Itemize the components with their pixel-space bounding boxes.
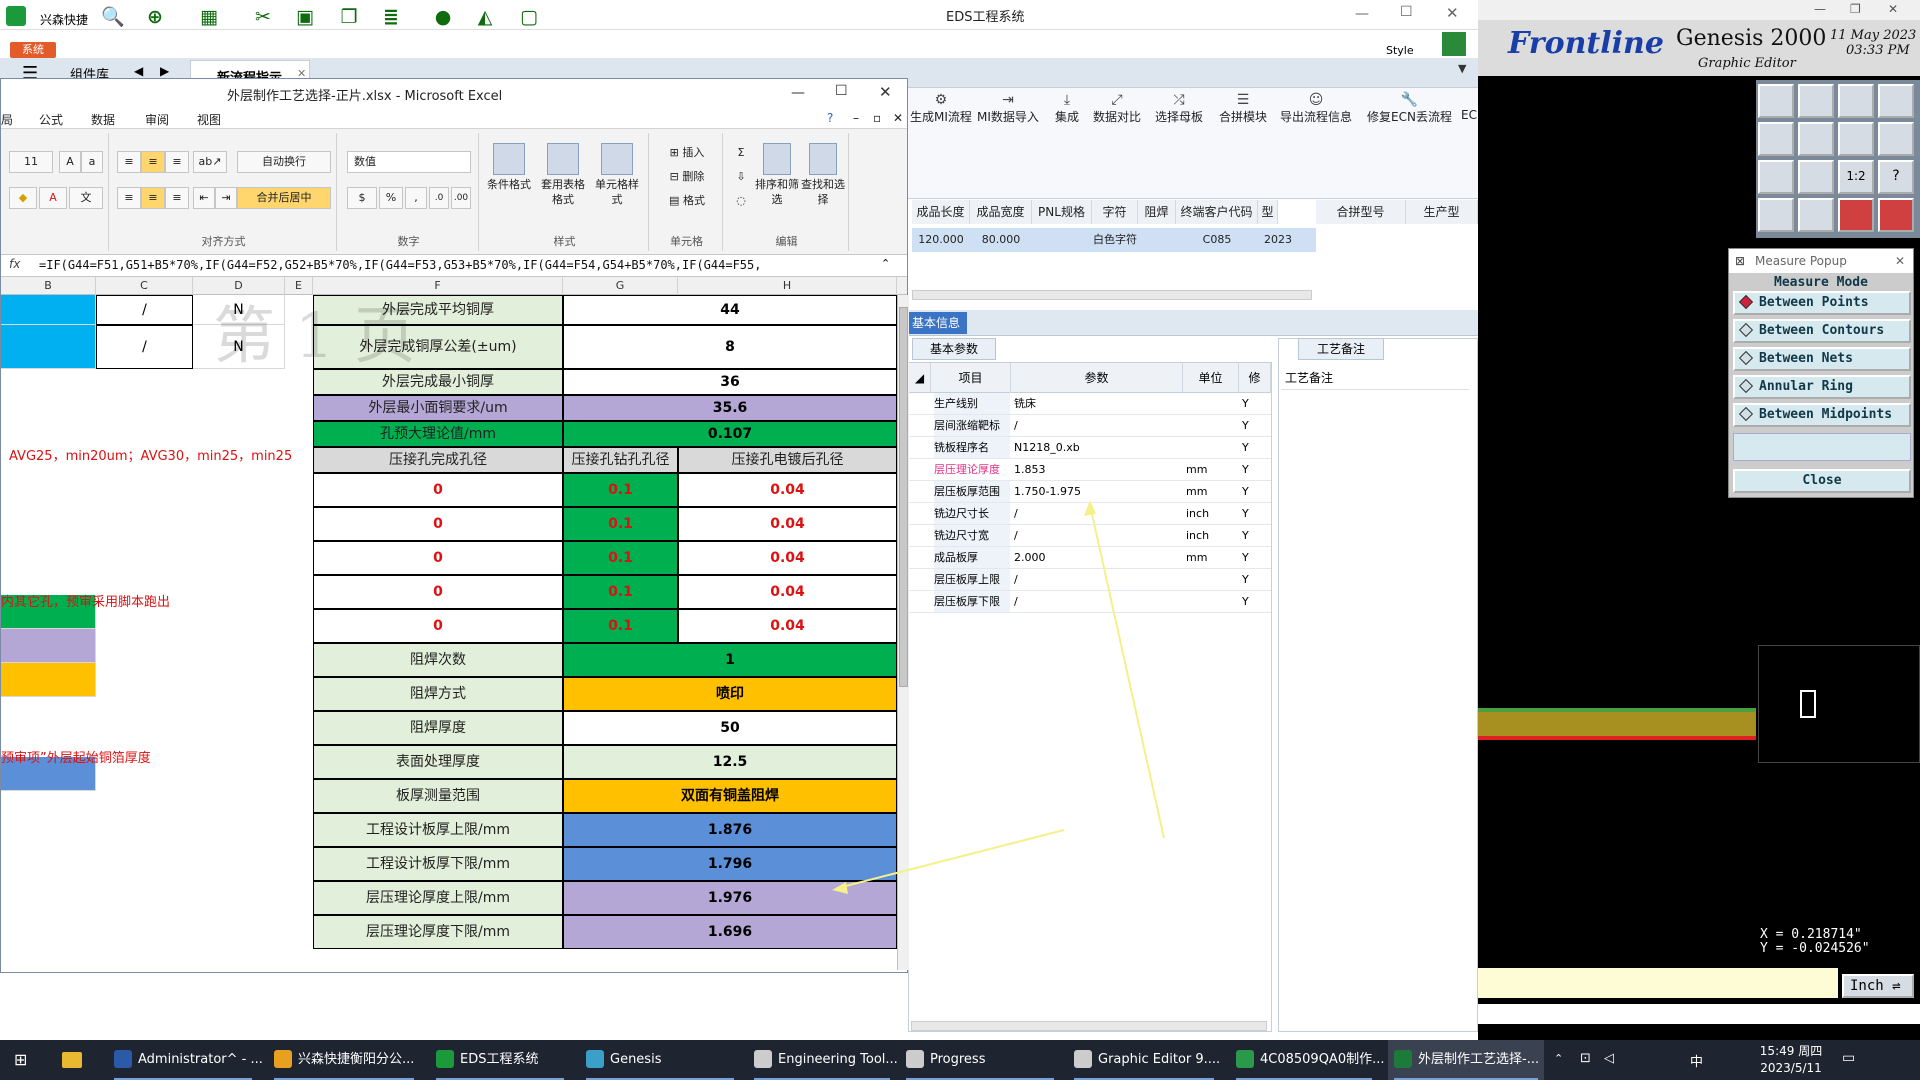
coord-y: Y = -0.024526" [1760,941,1870,956]
genesis-restore-button[interactable]: ❐ [1850,2,1861,16]
tool-icon[interactable] [1878,84,1914,118]
taskbar-item-label: Genesis [610,1052,662,1067]
tool-icon[interactable] [1798,160,1834,194]
taskbar-item-label: Progress [930,1052,986,1067]
units-select[interactable]: Inch ⇌ [1842,974,1914,998]
genesis-close-button[interactable]: ✕ [1888,2,1898,16]
measure-annular-ring[interactable]: Annular Ring [1733,375,1911,399]
annotation-arrowhead [1084,500,1096,516]
clock-time: 15:49 周四 [1759,1044,1823,1058]
taskbar-item[interactable]: 4C08509QA0制作... [1230,1040,1385,1080]
clock[interactable]: 15:49 周四 2023/5/11 [1758,1043,1824,1077]
radio-icon [1738,322,1754,338]
chevron-down-icon: ⇌ [1892,978,1901,994]
volume-icon[interactable]: ◁ [1604,1051,1614,1066]
taskbar-item-label: Engineering Tool... [778,1052,898,1067]
measure-between-nets[interactable]: Between Nets [1733,347,1911,371]
cursor-coordinates: X = 0.218714" Y = -0.024526" [1760,928,1870,956]
taskbar-item[interactable]: Genesis [580,1040,740,1080]
radio-selected-icon [1738,294,1754,310]
measure-close-icon[interactable]: ✕ [1895,249,1905,273]
genesis-command-bar[interactable] [1478,968,1838,998]
app-icon [274,1050,292,1068]
annotation-arrowhead [832,882,848,894]
file-explorer-icon[interactable] [62,1052,82,1068]
app-icon [586,1050,604,1068]
ime-label[interactable]: 中 [1690,1051,1703,1070]
taskbar-item-label: Graphic Editor 9.... [1098,1052,1221,1067]
help-icon[interactable]: ? [1878,160,1914,194]
tool-icon[interactable] [1758,160,1794,194]
measure-between-contours[interactable]: Between Contours [1733,319,1911,343]
measure-between-midpoints[interactable]: Between Midpoints [1733,403,1911,427]
app-icon [906,1050,924,1068]
scale-icon[interactable]: 1:2 [1838,160,1874,194]
layer-line-red [1478,736,1756,740]
annotation-line [837,829,1065,889]
tool-icon[interactable] [1758,122,1794,156]
genesis-time: 03:33 PM [1846,43,1910,58]
product-name: Genesis 2000 [1676,26,1827,51]
tool-icon[interactable] [1878,122,1914,156]
measure-between-points[interactable]: Between Points [1733,291,1911,315]
app-icon [1074,1050,1092,1068]
app-icon [436,1050,454,1068]
radio-icon [1738,350,1754,366]
frontline-logo: Frontline [1508,26,1664,61]
taskbar-item-label: EDS工程系统 [460,1052,539,1067]
measure-close-button[interactable]: Close [1733,469,1911,493]
network-icon[interactable]: ⊡ [1580,1051,1591,1066]
measure-mode-label: Measure Mode [1774,275,1868,290]
tool-icon[interactable] [1798,84,1834,118]
taskbar-item[interactable]: Engineering Tool... [748,1040,898,1080]
measure-titlebar: ⊠ Measure Popup ✕ [1729,249,1913,273]
taskbar-item[interactable]: EDS工程系统 [430,1040,570,1080]
tray-chevron-icon[interactable]: ⌃ [1554,1052,1563,1065]
start-icon[interactable]: ⊞ [14,1051,32,1069]
taskbar-item-label: 兴森快捷衡阳分公... [298,1052,415,1067]
taskbar-item-label: 4C08509QA0制作... [1260,1052,1385,1067]
taskbar-item[interactable]: Progress [900,1040,1060,1080]
genesis-minimize-button[interactable]: — [1814,2,1826,16]
genesis-titlebar: — ❐ ✕ [1478,0,1920,20]
clock-date: 2023/5/11 [1760,1061,1822,1075]
x-window-icon: ⊠ [1735,254,1746,268]
cursor-marker [1800,690,1816,718]
product-subtitle: Graphic Editor [1698,56,1796,71]
tool-icon[interactable] [1838,122,1874,156]
taskbar-item[interactable]: Graphic Editor 9.... [1068,1040,1220,1080]
measure-title: Measure Popup [1755,254,1847,268]
taskbar-item-label: 外层制作工艺选择-... [1418,1052,1540,1067]
app-icon [754,1050,772,1068]
coord-x: X = 0.218714" [1760,927,1862,942]
radio-icon [1738,406,1754,422]
tool-icon[interactable] [1878,198,1914,232]
tool-icon[interactable] [1798,198,1834,232]
measure-popup: ⊠ Measure Popup ✕ Measure Mode Between P… [1728,248,1914,498]
app-icon [1394,1050,1412,1068]
genesis-datetime: 11 May 2023 03:33 PM [1830,28,1916,58]
genesis-window: — ❐ ✕ Frontline Genesis 2000 Graphic Edi… [1478,0,1920,1040]
taskbar-item[interactable]: Administrator^ - ... [108,1040,263,1080]
genesis-status-bar [1478,1004,1920,1024]
mini-view [1758,645,1920,763]
tool-icon[interactable] [1798,122,1834,156]
tool-icon[interactable] [1758,198,1794,232]
measure-result-area [1733,433,1911,461]
tool-icon[interactable] [1758,84,1794,118]
app-icon [114,1050,132,1068]
taskbar-item[interactable]: 兴森快捷衡阳分公... [268,1040,420,1080]
taskbar: ⊞ Administrator^ - ... 兴森快捷衡阳分公... EDS工程系统… [0,1040,1920,1080]
layer-line-green [1478,708,1756,712]
taskbar-item-label: Administrator^ - ... [138,1052,263,1067]
notification-icon[interactable]: ▭ [1842,1050,1855,1066]
tool-icon[interactable] [1838,198,1874,232]
annotation-line [1089,504,1165,839]
tool-icon[interactable] [1838,84,1874,118]
app-icon [1236,1050,1254,1068]
taskbar-item[interactable]: 外层制作工艺选择-... [1388,1040,1544,1080]
genesis-date: 11 May 2023 [1830,28,1917,43]
radio-icon [1738,378,1754,394]
genesis-toolbar: 1:2 ? [1756,80,1920,238]
